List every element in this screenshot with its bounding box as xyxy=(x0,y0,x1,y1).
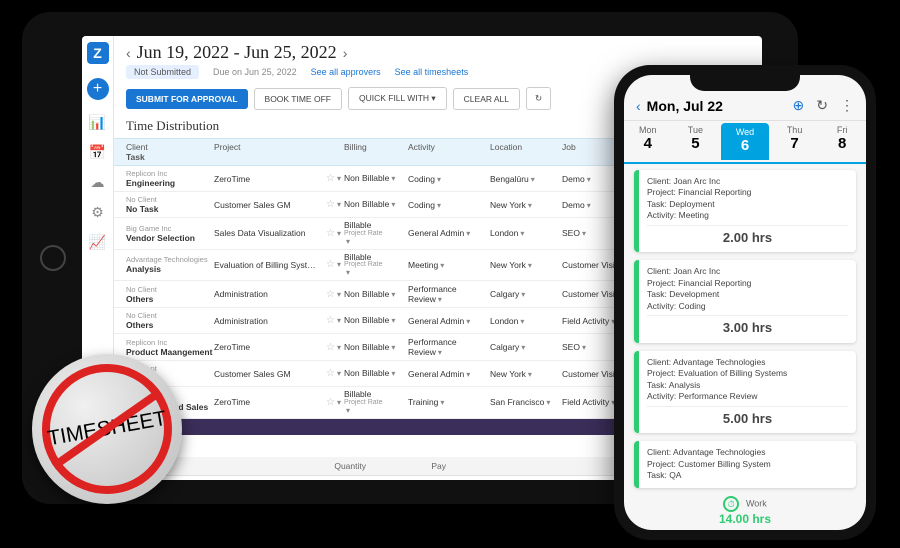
time-entry[interactable]: Client: Advantage TechnologiesProject: E… xyxy=(634,351,856,433)
book-timeoff-button[interactable]: BOOK TIME OFF xyxy=(254,88,342,110)
add-entry-icon[interactable]: ⊕ xyxy=(793,97,805,114)
work-icon: ⏱ xyxy=(723,496,739,512)
no-timesheet-badge: TIMESHEET xyxy=(32,354,182,504)
entries-list: Client: Joan Arc IncProject: Financial R… xyxy=(624,164,866,492)
star-icon[interactable]: ☆ xyxy=(326,289,335,300)
date-range-title: Jun 19, 2022 - Jun 25, 2022 xyxy=(137,42,337,63)
summary-col-qty: Quantity xyxy=(306,461,366,471)
day-cell[interactable]: Wed6 xyxy=(721,123,769,160)
gear-icon[interactable]: ⚙ xyxy=(90,204,106,220)
phone-device: ‹ Mon, Jul 22 ⊕ ↻ ⋮ Mon4Tue5Wed6Thu7Fri8… xyxy=(614,65,876,540)
footer-hours: 14.00 hrs xyxy=(628,512,862,526)
day-cell[interactable]: Mon4 xyxy=(624,121,672,162)
see-timesheets-link[interactable]: See all timesheets xyxy=(395,67,469,77)
col-location: Location xyxy=(490,142,562,162)
star-icon[interactable]: ☆ xyxy=(326,397,335,408)
star-icon[interactable]: ☆ xyxy=(326,315,335,326)
clear-all-button[interactable]: CLEAR ALL xyxy=(453,88,520,110)
trend-icon[interactable]: 📈 xyxy=(90,234,106,250)
summary-col-pay: Pay xyxy=(366,461,446,471)
day-strip: Mon4Tue5Wed6Thu7Fri8 xyxy=(624,120,866,164)
star-icon[interactable]: ☆ xyxy=(326,259,335,270)
day-cell[interactable]: Tue5 xyxy=(672,121,720,162)
phone-date-title: Mon, Jul 22 xyxy=(647,98,781,114)
col-activity: Activity xyxy=(408,142,490,162)
star-icon[interactable]: ☆ xyxy=(326,199,335,210)
sync-icon[interactable]: ↻ xyxy=(816,97,828,114)
star-icon[interactable]: ☆ xyxy=(326,228,335,239)
prev-week-button[interactable]: ‹ xyxy=(126,45,131,61)
next-week-button[interactable]: › xyxy=(343,45,348,61)
day-cell[interactable]: Thu7 xyxy=(771,121,819,162)
star-icon[interactable]: ☆ xyxy=(326,368,335,379)
footer-label: Work xyxy=(746,499,767,509)
star-icon[interactable]: ☆ xyxy=(326,173,335,184)
day-cell[interactable]: Fri8 xyxy=(818,121,866,162)
cloud-icon[interactable]: ☁ xyxy=(90,174,106,190)
calendar-icon[interactable]: 📅 xyxy=(90,144,106,160)
time-entry[interactable]: Client: Advantage TechnologiesProject: C… xyxy=(634,441,856,487)
col-client: Client xyxy=(126,142,214,152)
date-nav: ‹ Jun 19, 2022 - Jun 25, 2022 › xyxy=(114,36,762,65)
refresh-button[interactable]: ↻ xyxy=(526,87,551,110)
more-icon[interactable]: ⋮ xyxy=(840,97,854,114)
col-project: Project xyxy=(214,142,326,162)
time-entry[interactable]: Client: Joan Arc IncProject: Financial R… xyxy=(634,260,856,342)
tablet-home-button[interactable] xyxy=(40,245,66,271)
phone-notch xyxy=(690,73,800,91)
phone-screen: ‹ Mon, Jul 22 ⊕ ↻ ⋮ Mon4Tue5Wed6Thu7Fri8… xyxy=(624,75,866,530)
summary-pay: $ 2,050.00 xyxy=(366,479,446,481)
back-icon[interactable]: ‹ xyxy=(636,98,641,114)
due-label: Due on Jun 25, 2022 xyxy=(213,67,297,77)
star-icon[interactable]: ☆ xyxy=(326,342,335,353)
quick-fill-button[interactable]: QUICK FILL WITH ▾ xyxy=(348,87,447,110)
app-logo[interactable]: Z xyxy=(87,42,109,64)
see-approvers-link[interactable]: See all approvers xyxy=(311,67,381,77)
col-task: Task xyxy=(126,152,145,162)
submit-button[interactable]: SUBMIT FOR APPROVAL xyxy=(126,89,248,109)
summary-qty: 40.00 xyxy=(306,479,366,481)
status-pill: Not Submitted xyxy=(126,65,199,79)
phone-footer: ⏱ Work 14.00 hrs xyxy=(624,492,866,530)
time-entry[interactable]: Client: Joan Arc IncProject: Financial R… xyxy=(634,170,856,252)
col-billing: Billing xyxy=(344,142,408,162)
chart-icon[interactable]: 📊 xyxy=(90,114,106,130)
add-button[interactable]: + xyxy=(87,78,109,100)
